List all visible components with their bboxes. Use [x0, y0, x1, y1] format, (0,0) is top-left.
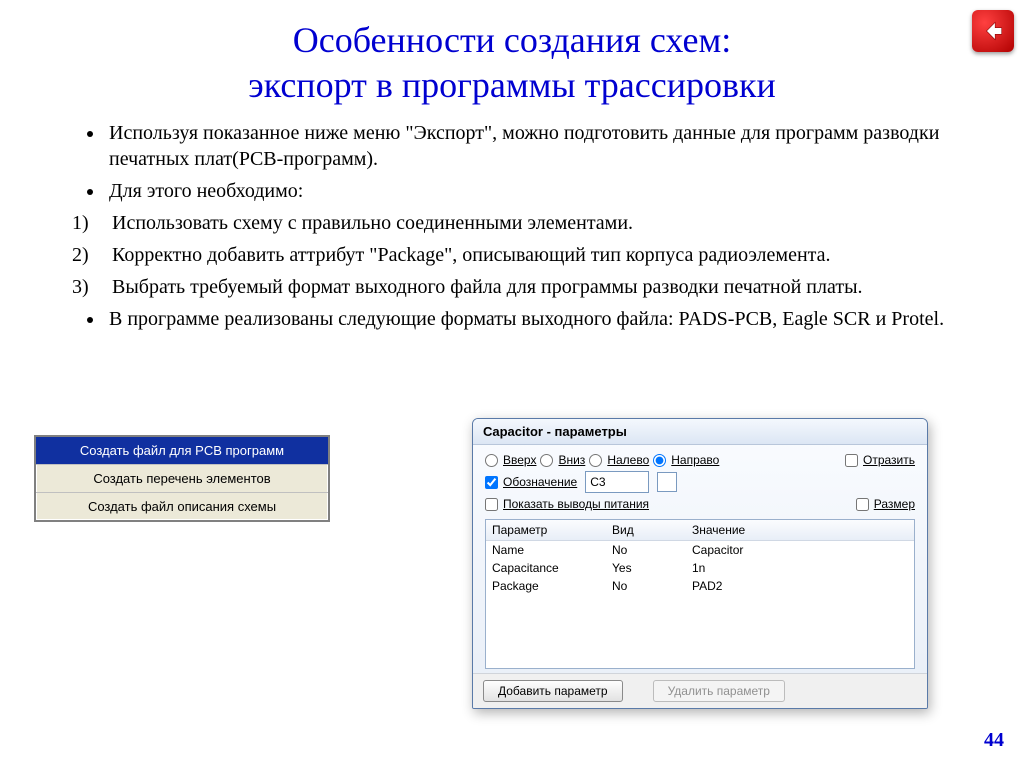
check-designation[interactable]: Обозначение — [485, 475, 577, 489]
radio-right[interactable]: Направо — [653, 453, 719, 467]
col-param: Параметр — [492, 523, 612, 537]
arrow-left-icon — [980, 18, 1006, 44]
menu-item-bom[interactable]: Создать перечень элементов — [36, 465, 328, 493]
capacitor-dialog: Capacitor - параметры Вверх Вниз Налево … — [472, 418, 928, 709]
body-text: Используя показанное ниже меню "Экспорт"… — [0, 108, 1024, 332]
small-field[interactable] — [657, 472, 677, 492]
page-number: 44 — [984, 729, 1004, 752]
table-row[interactable]: Capacitance Yes 1n — [486, 559, 914, 577]
check-size[interactable]: Размер — [856, 497, 915, 511]
page-title: Особенности создания схем: экспорт в про… — [0, 0, 1024, 108]
bullet-item: Используя показанное ниже меню "Экспорт"… — [105, 120, 984, 172]
numbered-item: Использовать схему с правильно соединенн… — [102, 210, 984, 236]
back-button[interactable] — [972, 10, 1014, 52]
table-row[interactable]: Name No Capacitor — [486, 541, 914, 559]
delete-param-button[interactable]: Удалить параметр — [653, 680, 785, 702]
param-table: Параметр Вид Значение Name No Capacitor … — [485, 519, 915, 669]
col-kind: Вид — [612, 523, 692, 537]
bullet-item: В программе реализованы следующие формат… — [105, 306, 984, 332]
radio-left[interactable]: Налево — [589, 453, 649, 467]
dialog-title: Capacitor - параметры — [473, 419, 927, 445]
col-value: Значение — [692, 523, 908, 537]
numbered-item: Корректно добавить аттрибут "Package", о… — [102, 242, 984, 268]
check-showpower[interactable]: Показать выводы питания — [485, 497, 649, 511]
menu-item-pcb[interactable]: Создать файл для PCB программ — [36, 437, 328, 465]
export-menu: Создать файл для PCB программ Создать пе… — [34, 435, 330, 522]
numbered-item: Выбрать требуемый формат выходного файла… — [102, 274, 984, 300]
check-mirror[interactable]: Отразить — [845, 453, 915, 467]
designation-input[interactable] — [585, 471, 649, 493]
radio-down[interactable]: Вниз — [540, 453, 585, 467]
add-param-button[interactable]: Добавить параметр — [483, 680, 623, 702]
table-row[interactable]: Package No PAD2 — [486, 577, 914, 595]
bullet-item: Для этого необходимо: — [105, 178, 984, 204]
menu-item-desc[interactable]: Создать файл описания схемы — [36, 493, 328, 520]
radio-up[interactable]: Вверх — [485, 453, 536, 467]
